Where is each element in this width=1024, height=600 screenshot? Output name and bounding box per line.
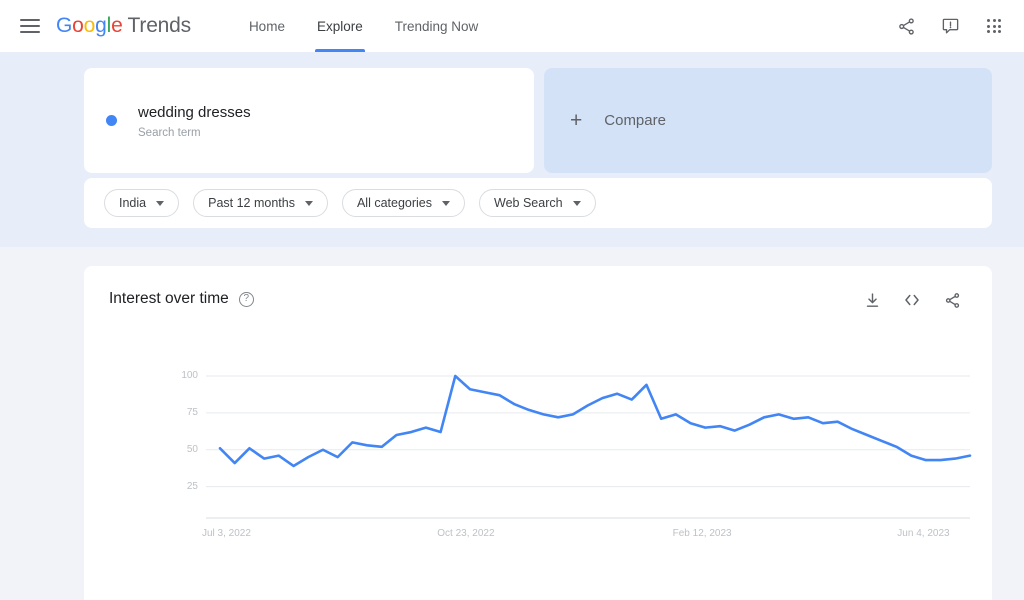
header-actions xyxy=(894,14,1006,38)
chevron-down-icon xyxy=(304,200,313,206)
chart-header: Interest over time ? xyxy=(109,290,254,308)
google-trends-logo[interactable]: Google Trends xyxy=(56,14,191,38)
logo-letter-o1: o xyxy=(72,14,84,37)
x-axis-tick-label: Feb 12, 2023 xyxy=(672,528,732,539)
nav-tab-trending-now[interactable]: Trending Now xyxy=(379,0,495,52)
apps-grid-icon[interactable] xyxy=(982,14,1006,38)
filter-time-range-label: Past 12 months xyxy=(208,196,295,210)
share-icon[interactable] xyxy=(894,14,918,38)
series-color-dot xyxy=(106,115,117,126)
chevron-down-icon xyxy=(572,200,581,206)
hamburger-menu-icon[interactable] xyxy=(20,19,40,33)
compare-label: Compare xyxy=(604,112,666,129)
search-terms-row: wedding dresses Search term + Compare xyxy=(84,68,992,173)
logo-letter-g: G xyxy=(56,14,73,37)
app-header: Google Trends Home Explore Trending Now xyxy=(0,0,1024,52)
filter-time-range[interactable]: Past 12 months xyxy=(193,189,328,217)
logo-letter-g2: g xyxy=(95,14,107,37)
interest-over-time-card: Interest over time ? 25 50 75 100 Jul 3,… xyxy=(84,266,992,600)
trends-explore-page: Google Trends Home Explore Trending Now xyxy=(0,0,1024,600)
download-icon[interactable] xyxy=(862,290,882,310)
filter-search-type[interactable]: Web Search xyxy=(479,189,596,217)
filter-category-label: All categories xyxy=(356,196,433,210)
embed-code-icon[interactable] xyxy=(902,290,922,310)
filter-search-type-label: Web Search xyxy=(494,196,563,210)
search-term-type: Search term xyxy=(138,126,201,139)
chart-plot-area[interactable]: 25 50 75 100 Jul 3, 2022 Oct 23, 2022 Feb 12,… xyxy=(84,356,992,556)
filter-region[interactable]: India xyxy=(104,189,180,217)
logo-letter-e: e xyxy=(111,14,123,37)
search-term-text: wedding dresses xyxy=(138,103,251,121)
logo-product-name: Trends xyxy=(127,14,192,37)
filter-category[interactable]: All categories xyxy=(341,189,466,217)
x-axis-tick-label: Jun 4, 2023 xyxy=(897,528,950,539)
share-icon[interactable] xyxy=(942,290,962,310)
nav-tab-explore[interactable]: Explore xyxy=(301,0,379,52)
main-navigation: Home Explore Trending Now xyxy=(233,0,494,52)
plus-icon: + xyxy=(570,109,583,132)
nav-tab-home[interactable]: Home xyxy=(233,0,301,52)
y-axis-tick-label: 50 xyxy=(186,443,198,455)
feedback-icon[interactable] xyxy=(938,14,962,38)
y-axis-tick-label: 100 xyxy=(181,370,198,381)
trend-line xyxy=(218,374,972,468)
x-axis-tick-label: Oct 23, 2022 xyxy=(437,528,495,539)
chevron-down-icon xyxy=(442,200,451,206)
chart-title: Interest over time xyxy=(109,290,229,307)
y-axis-tick-label: 25 xyxy=(186,480,198,492)
interest-over-time-line-chart[interactable] xyxy=(84,356,992,556)
x-axis-tick-label: Jul 3, 2022 xyxy=(202,528,251,539)
chart-toolbar xyxy=(862,290,962,310)
logo-letter-o2: o xyxy=(83,14,96,37)
chevron-down-icon xyxy=(156,200,165,206)
y-axis-tick-label: 75 xyxy=(186,406,198,418)
help-icon[interactable]: ? xyxy=(238,291,254,307)
filter-bar: India Past 12 months All categories Web … xyxy=(84,178,992,228)
filter-region-label: India xyxy=(119,196,147,210)
compare-card[interactable]: + Compare xyxy=(544,68,992,173)
search-term-card[interactable]: wedding dresses Search term xyxy=(84,68,534,173)
